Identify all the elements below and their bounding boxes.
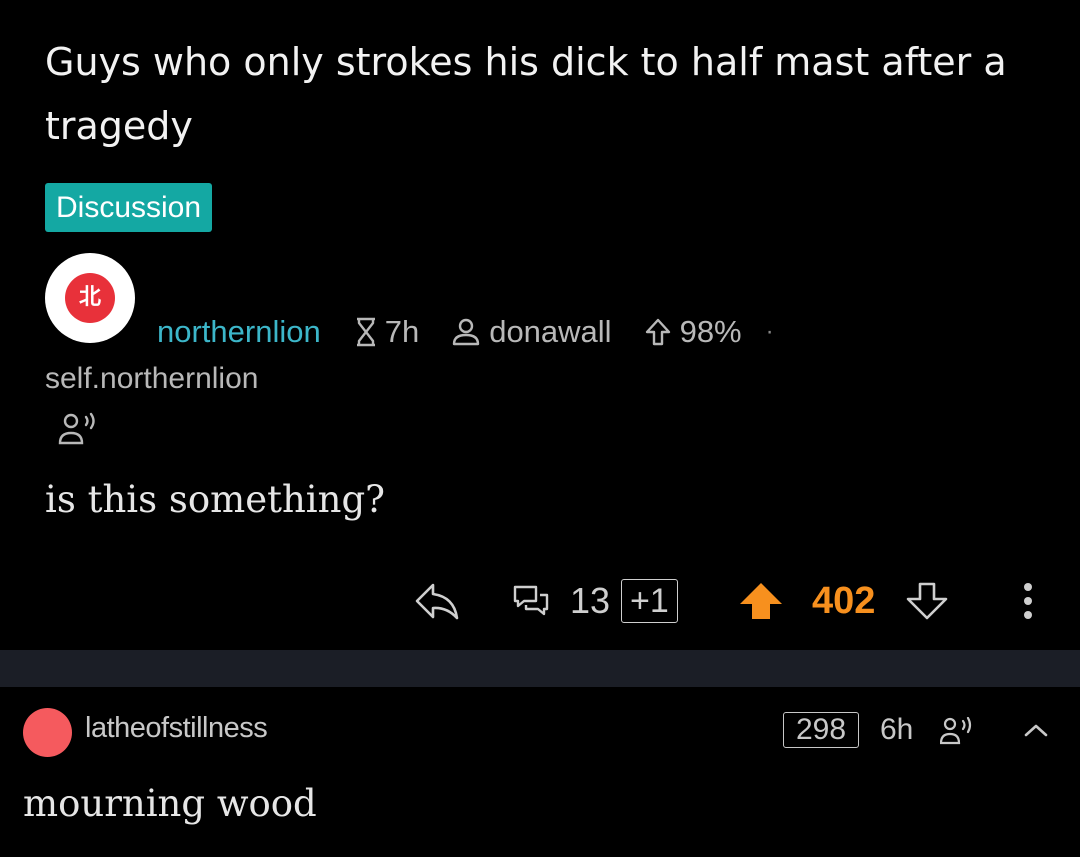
reply-icon (415, 583, 459, 620)
comment: latheofstillness 298 6h mourning wood (0, 687, 1080, 857)
community-avatar-logo: 北 (65, 273, 115, 323)
upvote-ratio-text: 98% (679, 314, 742, 349)
comments-button[interactable]: 13 +1 (512, 575, 678, 627)
upvote-filled-icon (740, 583, 782, 619)
more-options-button[interactable] (1016, 575, 1040, 627)
speaker-icon[interactable] (58, 412, 102, 446)
reply-button[interactable] (413, 575, 461, 627)
community-link[interactable]: northernlion (157, 314, 321, 350)
section-divider (0, 650, 1080, 687)
commenter-avatar[interactable] (23, 708, 72, 757)
comment-time: 6h (880, 713, 914, 746)
downvote-icon (906, 582, 948, 620)
new-comments-badge: +1 (621, 579, 678, 623)
post-author[interactable]: donawall (451, 314, 612, 350)
upvote-button[interactable] (737, 575, 785, 627)
post-domain[interactable]: self.northernlion (45, 362, 258, 396)
upvote-ratio: 98% (644, 314, 742, 350)
post-body: is this something? (45, 478, 385, 521)
post-score: 402 (812, 579, 876, 622)
post-flair[interactable]: Discussion (45, 183, 213, 232)
comment-count: 13 (570, 580, 611, 621)
upvote-outline-icon (645, 318, 670, 346)
user-icon (453, 318, 480, 346)
speaker-icon[interactable] (940, 717, 976, 745)
post-title[interactable]: Guys who only strokes his dick to half m… (45, 30, 1045, 158)
comments-icon (513, 585, 549, 616)
downvote-button[interactable] (903, 575, 951, 627)
hourglass-icon (356, 317, 375, 347)
chevron-up-icon[interactable] (1023, 722, 1049, 738)
post-time-text: 7h (384, 314, 420, 349)
post: Guys who only strokes his dick to half m… (0, 0, 1080, 650)
comment-score: 298 (783, 712, 860, 748)
comment-body: mourning wood (23, 782, 317, 825)
more-vertical-icon (1024, 583, 1032, 619)
meta-separator-dot: · (765, 318, 774, 345)
community-avatar[interactable]: 北 (45, 253, 135, 343)
post-actions: 13 +1 402 (0, 575, 1080, 627)
post-time: 7h (355, 314, 419, 350)
commenter-username[interactable]: latheofstillness (85, 712, 268, 745)
post-author-name: donawall (489, 314, 612, 349)
post-meta: northernlion 7h donawall 98% · (157, 310, 774, 354)
